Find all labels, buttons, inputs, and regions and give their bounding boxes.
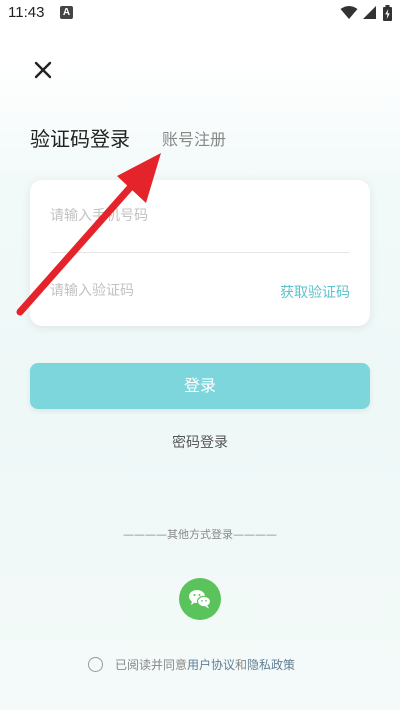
get-code-button[interactable]: 获取验证码 — [280, 282, 350, 302]
status-time: 11:43 — [8, 4, 45, 21]
phone-input[interactable] — [50, 200, 350, 232]
agreement-prefix: 已阅读并同意 — [115, 657, 188, 672]
login-form-card: 获取验证码 — [30, 180, 370, 326]
verification-code-input[interactable] — [50, 276, 250, 306]
divider — [50, 252, 350, 253]
user-agreement-link[interactable]: 用户协议 — [187, 656, 235, 673]
page-title: 验证码登录 — [30, 127, 130, 151]
notification-icon: A — [60, 6, 73, 19]
wechat-login-button[interactable] — [179, 578, 221, 620]
battery-charging-icon — [383, 5, 392, 21]
agreement-checkbox[interactable] — [88, 656, 103, 672]
wifi-icon — [340, 6, 358, 19]
privacy-policy-link[interactable]: 隐私政策 — [247, 656, 295, 673]
agreement-row: 已阅读并同意 用户协议 和 隐私政策 — [88, 655, 295, 673]
login-button[interactable]: 登录 — [30, 363, 370, 409]
password-login-link: 密码登录 — [0, 432, 400, 452]
signal-icon — [363, 6, 376, 19]
password-login-label[interactable]: 密码登录 — [172, 435, 228, 451]
wechat-icon — [189, 590, 212, 609]
agreement-and: 和 — [235, 657, 248, 672]
tab-register[interactable]: 账号注册 — [162, 126, 226, 150]
close-icon[interactable] — [30, 57, 56, 83]
other-login-divider: ————其他方式登录———— — [123, 528, 277, 541]
status-bar: 11:43 A — [0, 0, 400, 28]
